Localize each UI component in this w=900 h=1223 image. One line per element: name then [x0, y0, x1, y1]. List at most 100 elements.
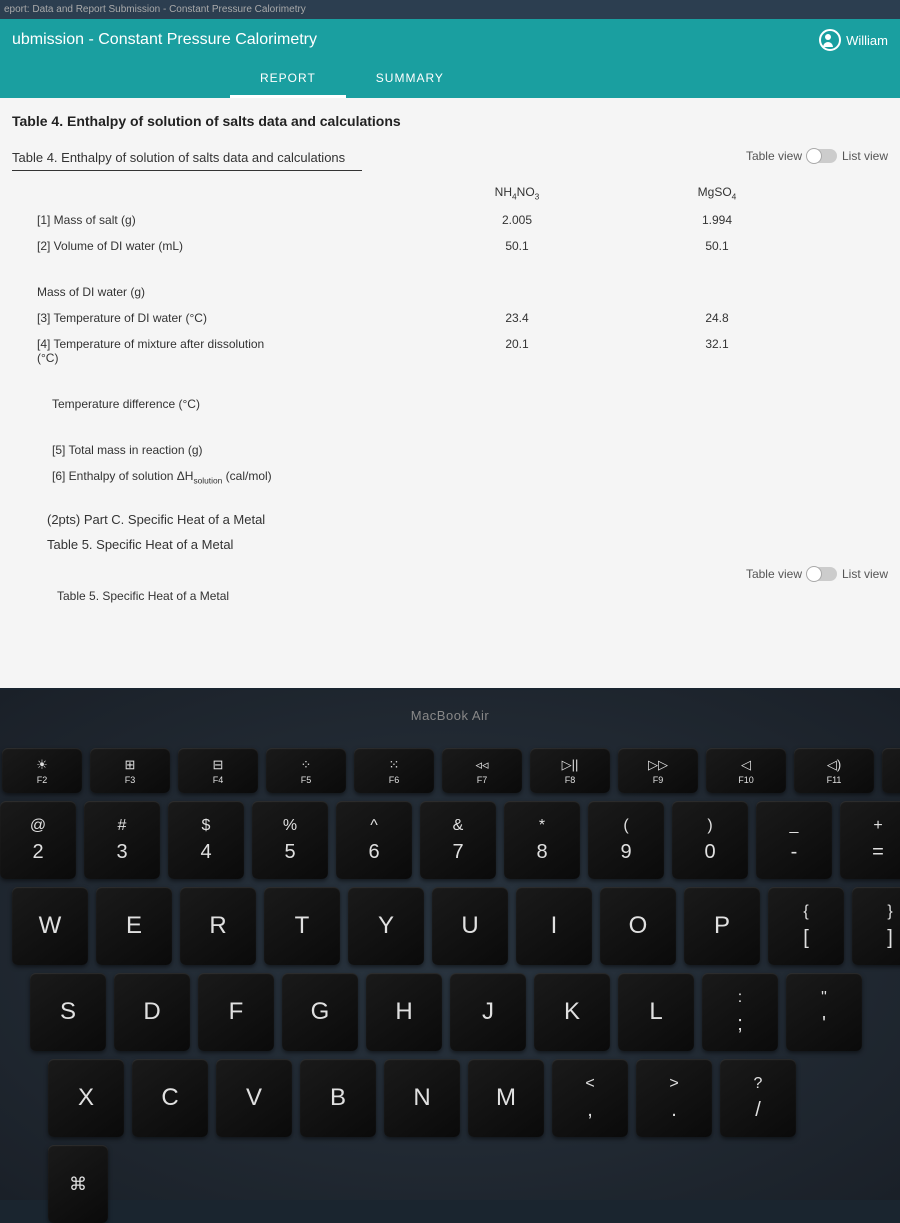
- tab-report[interactable]: REPORT: [230, 61, 346, 98]
- user-icon: [819, 29, 841, 51]
- symbol-key: }]: [852, 887, 900, 965]
- cell-value[interactable]: 20.1: [417, 337, 617, 365]
- letter-key: C: [132, 1059, 208, 1137]
- cell-value[interactable]: 2.005: [417, 213, 617, 227]
- cell-value[interactable]: [617, 285, 817, 299]
- fn-key: ⁘F5: [266, 748, 346, 793]
- row-label: [5] Total mass in reaction (g): [12, 443, 432, 457]
- letter-key: L: [618, 973, 694, 1051]
- symbol-key: "': [786, 973, 862, 1051]
- letter-key: I: [516, 887, 592, 965]
- number-key: _-: [756, 801, 832, 879]
- row-label: [1] Mass of salt (g): [12, 213, 417, 227]
- number-key: (9: [588, 801, 664, 879]
- number-key: @2: [0, 801, 76, 879]
- letter-key: S: [30, 973, 106, 1051]
- symbol-key: >.: [636, 1059, 712, 1137]
- fn-key: ◁)F11: [794, 748, 874, 793]
- qwerty-row-3: XCVBNM<,>.?/: [0, 1059, 900, 1137]
- macbook-label: MacBook Air: [0, 690, 900, 748]
- letter-key: K: [534, 973, 610, 1051]
- symbol-key: {[: [768, 887, 844, 965]
- table5-subtable: Table 5. Specific Heat of a Metal: [12, 589, 888, 603]
- cell-value[interactable]: 24.8: [617, 311, 817, 325]
- table-row: [4] Temperature of mixture after dissolu…: [12, 331, 888, 371]
- tab-bar: REPORT SUMMARY: [0, 61, 900, 98]
- view-toggle-4[interactable]: Table view List view: [746, 149, 888, 163]
- table5-title: Table 5. Specific Heat of a Metal: [12, 537, 888, 552]
- user-name: William: [846, 33, 888, 48]
- fn-key: ◁))F12: [882, 748, 900, 793]
- table-row: Mass of DI water (g): [12, 279, 888, 305]
- physical-keyboard: MacBook Air ☀F2⊞F3⊟F4⁘F5⁙F6◃◃F7▷||F8▷▷F9…: [0, 690, 900, 1200]
- fn-key: ◁F10: [706, 748, 786, 793]
- cell-value[interactable]: [417, 285, 617, 299]
- qwerty-row-2: SDFGHJKL:;"': [0, 973, 900, 1051]
- number-key: &7: [420, 801, 496, 879]
- table-row: [1] Mass of salt (g) 2.005 1.994: [12, 207, 888, 233]
- bottom-key-row: ⌘: [0, 1145, 900, 1223]
- cell-value[interactable]: 32.1: [617, 337, 817, 365]
- table-row: Temperature difference (°C): [12, 391, 888, 417]
- table-row: [2] Volume of DI water (mL) 50.1 50.1: [12, 233, 888, 259]
- letter-key: N: [384, 1059, 460, 1137]
- letter-key: T: [264, 887, 340, 965]
- table-header-row: NH4NO3 MgSO4: [12, 179, 888, 207]
- fn-key: ▷▷F9: [618, 748, 698, 793]
- letter-key: W: [12, 887, 88, 965]
- row-label: [2] Volume of DI water (mL): [12, 239, 417, 253]
- view-toggle-5[interactable]: Table view List view: [746, 567, 888, 581]
- list-view-label: List view: [842, 567, 888, 581]
- letter-key: J: [450, 973, 526, 1051]
- number-key: *8: [504, 801, 580, 879]
- table4-subtitle: Table 4. Enthalpy of solution of salts d…: [12, 150, 362, 171]
- letter-key: G: [282, 973, 358, 1051]
- fn-key-row: ☀F2⊞F3⊟F4⁘F5⁙F6◃◃F7▷||F8▷▷F9◁F10◁)F11◁))…: [0, 748, 900, 793]
- symbol-key: ?/: [720, 1059, 796, 1137]
- fn-key: ◃◃F7: [442, 748, 522, 793]
- table4-title: Table 4. Enthalpy of solution of salts d…: [12, 113, 888, 129]
- number-key: )0: [672, 801, 748, 879]
- letter-key: O: [600, 887, 676, 965]
- letter-key: Y: [348, 887, 424, 965]
- toggle-switch-icon[interactable]: [807, 567, 837, 581]
- table-view-label: Table view: [746, 149, 802, 163]
- letter-key: D: [114, 973, 190, 1051]
- qwerty-row-1: WERTYUIOP{[}]: [0, 887, 900, 965]
- table-row: [5] Total mass in reaction (g): [12, 437, 888, 463]
- number-key-row: @2#3$4%5^6&7*8(9)0_-+=: [0, 801, 900, 879]
- page-title: ubmission - Constant Pressure Calorimetr…: [12, 31, 317, 49]
- cell-value[interactable]: 50.1: [617, 239, 817, 253]
- col-header-nh4no3: NH4NO3: [417, 185, 617, 201]
- cell-value[interactable]: 23.4: [417, 311, 617, 325]
- letter-key: P: [684, 887, 760, 965]
- tab-summary[interactable]: SUMMARY: [346, 61, 474, 98]
- row-label: [6] Enthalpy of solution ΔHsolution (cal…: [12, 469, 432, 485]
- letter-key: H: [366, 973, 442, 1051]
- letter-key: R: [180, 887, 256, 965]
- letter-key: U: [432, 887, 508, 965]
- letter-key: E: [96, 887, 172, 965]
- number-key: $4: [168, 801, 244, 879]
- fn-key: ⊞F3: [90, 748, 170, 793]
- toggle-switch-icon[interactable]: [807, 149, 837, 163]
- cell-value[interactable]: 50.1: [417, 239, 617, 253]
- list-view-label: List view: [842, 149, 888, 163]
- main-content: Table 4. Enthalpy of solution of salts d…: [0, 98, 900, 688]
- cell-value[interactable]: 1.994: [617, 213, 817, 227]
- symbol-key: :;: [702, 973, 778, 1051]
- browser-tab-title[interactable]: eport: Data and Report Submission - Cons…: [4, 4, 306, 15]
- browser-tab-bar: eport: Data and Report Submission - Cons…: [0, 0, 900, 19]
- col-header-mgso4: MgSO4: [617, 185, 817, 201]
- fn-key: ⁙F6: [354, 748, 434, 793]
- table-view-label: Table view: [746, 567, 802, 581]
- letter-key: X: [48, 1059, 124, 1137]
- user-info[interactable]: William: [819, 29, 888, 51]
- fn-key: ⊟F4: [178, 748, 258, 793]
- letter-key: M: [468, 1059, 544, 1137]
- number-key: #3: [84, 801, 160, 879]
- partc-title: (2pts) Part C. Specific Heat of a Metal: [12, 512, 888, 527]
- row-label: Mass of DI water (g): [12, 285, 417, 299]
- fn-key: ☀F2: [2, 748, 82, 793]
- number-key: ^6: [336, 801, 412, 879]
